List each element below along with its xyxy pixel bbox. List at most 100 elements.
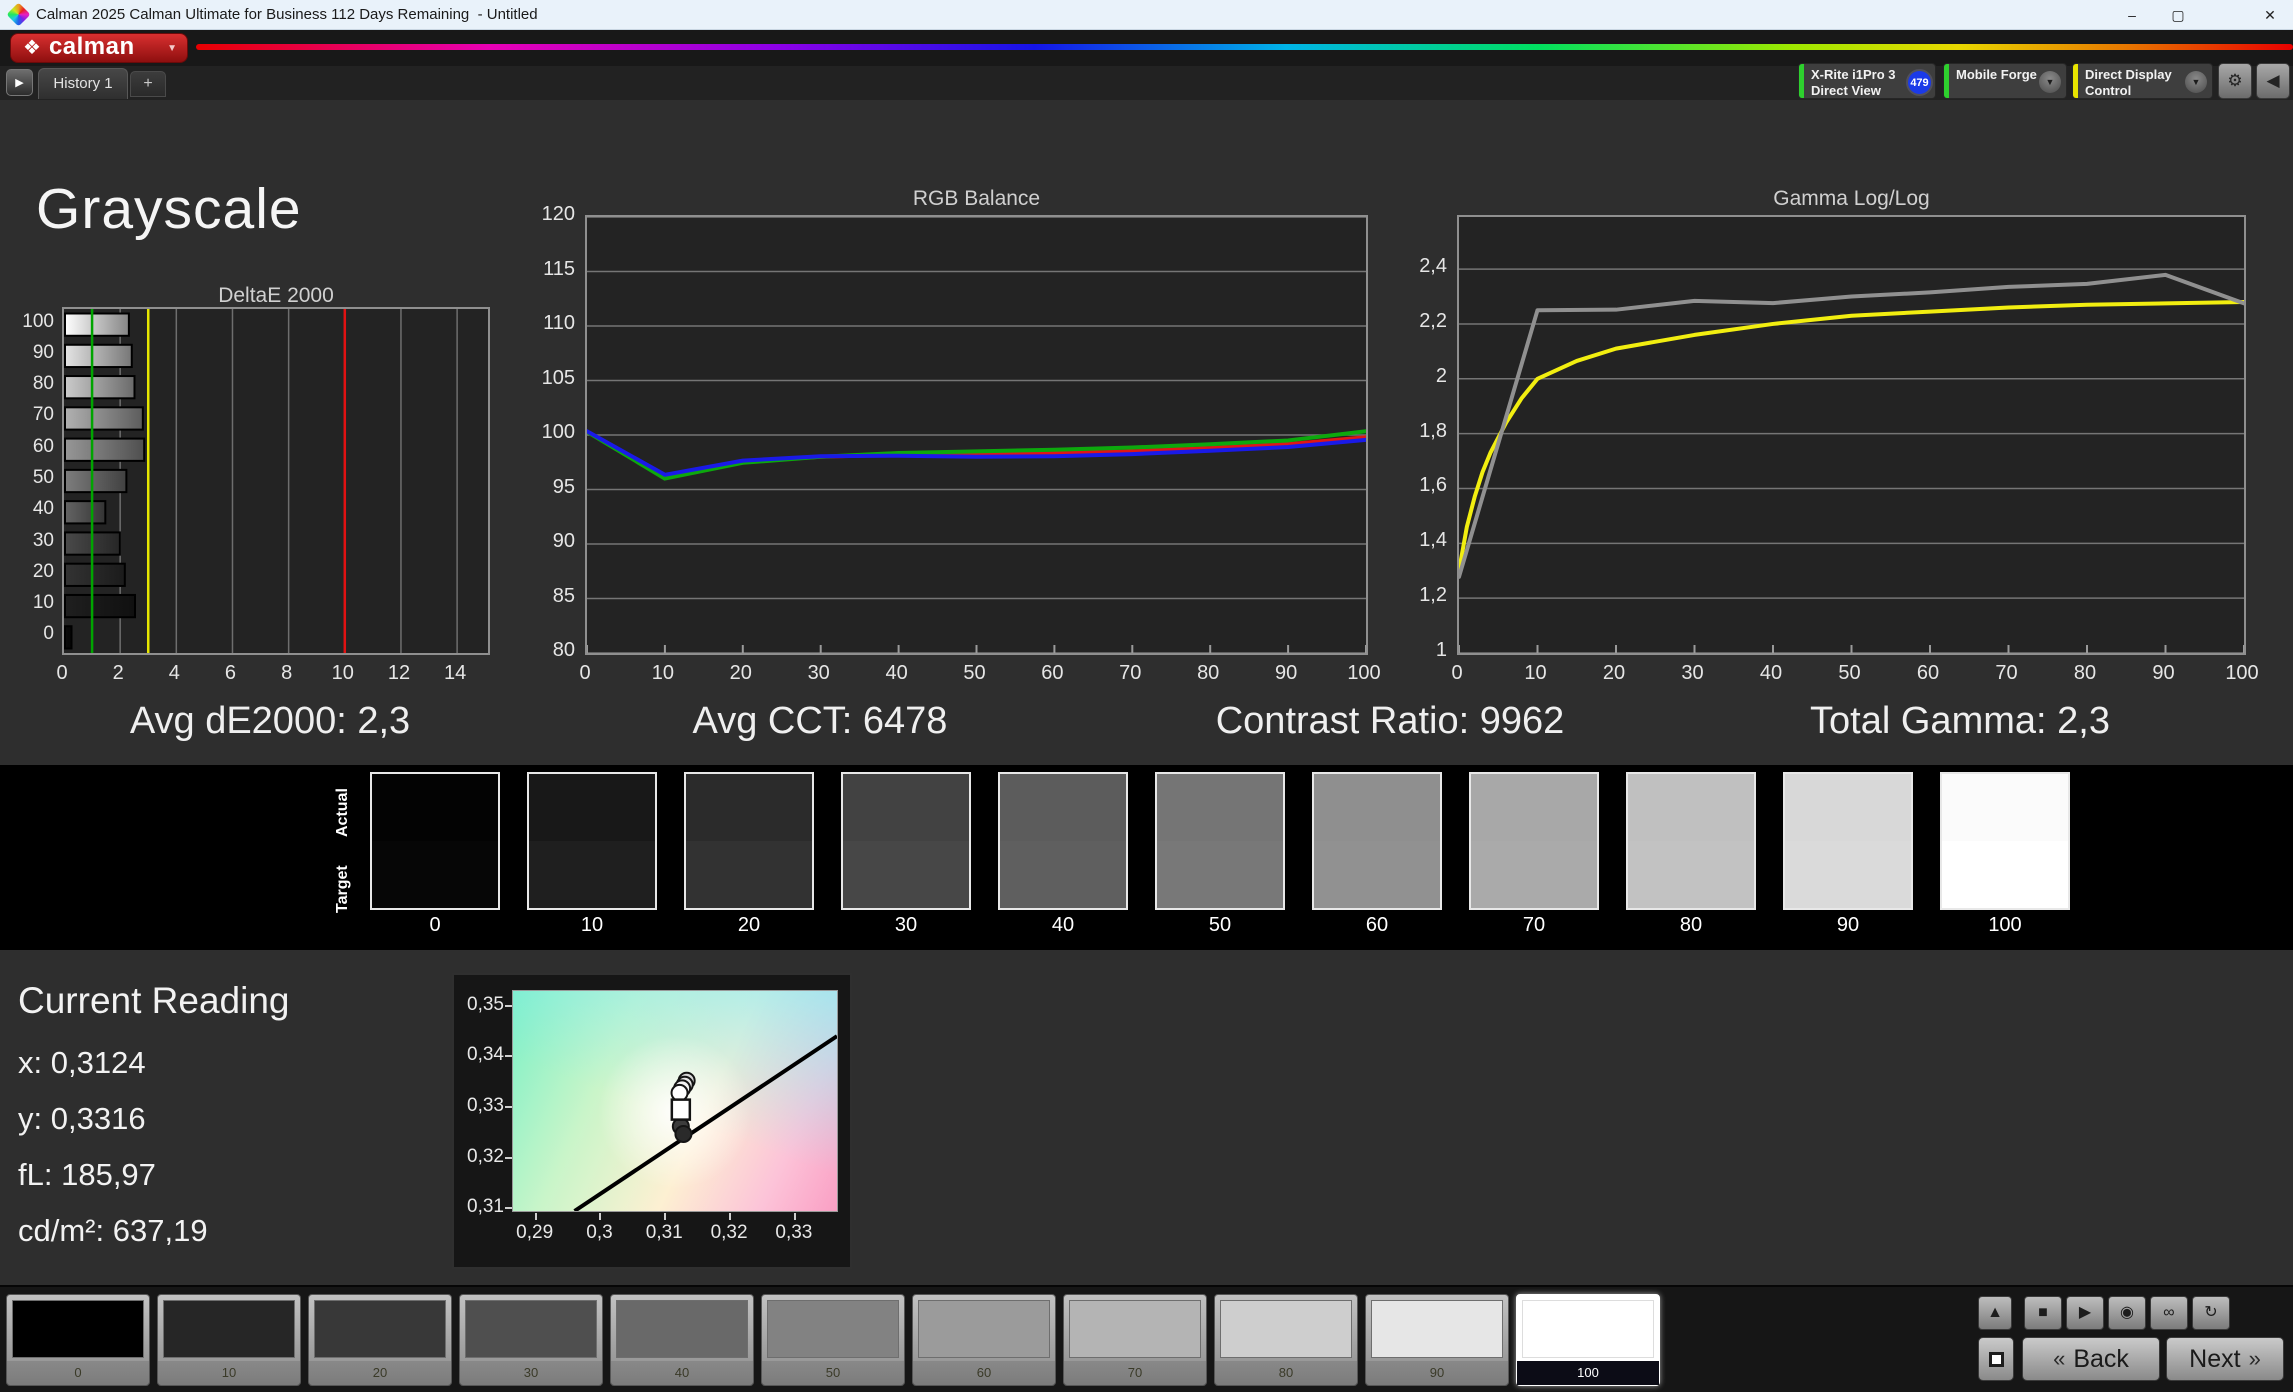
pattern-button-0[interactable]: 0	[6, 1294, 150, 1386]
pattern-button-60[interactable]: 60	[912, 1294, 1056, 1386]
reset-button[interactable]: ↻	[2192, 1296, 2230, 1330]
contrast-ratio-readout: Contrast Ratio: 9962	[1140, 700, 1640, 746]
swatch-level-label: 0	[370, 914, 500, 937]
gamma-x-tick-label: 80	[2063, 662, 2107, 685]
layout-nav-button[interactable]: ▶	[6, 69, 33, 96]
deltae-category-label: 40	[0, 498, 54, 520]
back-button[interactable]: « Back	[2022, 1337, 2160, 1381]
rgb_balance-x-tick-label: 70	[1108, 662, 1152, 685]
rgb_balance-x-tick-label: 0	[563, 662, 607, 685]
rgb_balance-x-tick-label: 40	[875, 662, 919, 685]
target-swatch	[529, 841, 655, 908]
gamma-y-tick-label: 1,6	[1379, 474, 1447, 497]
gamma-y-tick-label: 2	[1379, 365, 1447, 388]
cie-y-tick-label: 0,33	[458, 1095, 504, 1117]
pattern-swatch	[918, 1300, 1050, 1358]
pattern-button-70[interactable]: 70	[1063, 1294, 1207, 1386]
actual-swatch	[1785, 774, 1911, 841]
deltae-category-label: 60	[0, 436, 54, 458]
swatch-patch-90	[1783, 772, 1913, 910]
rgb_balance-y-tick-label: 115	[507, 258, 575, 281]
swatch-level-label: 40	[998, 914, 1128, 937]
deltae-category-label: 70	[0, 404, 54, 426]
deltae-category-label: 10	[0, 592, 54, 614]
tick-mark	[505, 1055, 512, 1057]
pattern-swatch	[616, 1300, 748, 1358]
tab-history-1[interactable]: History 1	[38, 68, 128, 99]
actual-swatch	[1314, 774, 1440, 841]
display-control-dropdown[interactable]: Direct Display Control ▼	[2072, 63, 2213, 99]
stop-measure-button[interactable]: ■	[2024, 1296, 2062, 1330]
next-button-label: Next	[2189, 1345, 2240, 1374]
meter-count-badge[interactable]: 479	[1906, 69, 1933, 96]
pattern-button-label: 90	[1366, 1361, 1508, 1385]
deltae-bar-90	[65, 345, 132, 367]
pattern-button-50[interactable]: 50	[761, 1294, 905, 1386]
calman-menu-button[interactable]: ❖ calman ▼	[10, 33, 188, 63]
play-icon: ▶	[15, 77, 23, 89]
close-button[interactable]: ✕	[2247, 0, 2293, 30]
cie-x-tick-label: 0,33	[768, 1222, 820, 1244]
calman-logo-text: calman	[49, 33, 135, 61]
gamma-y-tick-label: 2,4	[1379, 255, 1447, 278]
reading-y: y: 0,3316	[18, 1101, 146, 1137]
calman-logo-icon: ❖	[23, 38, 41, 58]
swatch-level-label: 90	[1783, 914, 1913, 937]
deltae-bar-50	[65, 470, 126, 492]
deltae-bar-60	[65, 439, 144, 461]
swatch-level-label: 80	[1626, 914, 1756, 937]
deltae-bar-80	[65, 376, 134, 398]
swatch-patch-30	[841, 772, 971, 910]
pattern-button-80[interactable]: 80	[1214, 1294, 1358, 1386]
target-swatch	[1628, 841, 1754, 908]
pattern-button-100[interactable]: 100	[1516, 1294, 1660, 1386]
measurement-point	[675, 1126, 691, 1142]
reset-icon: ↻	[2204, 1304, 2217, 1321]
deltae-category-label: 100	[0, 311, 54, 333]
continuous-measure-button[interactable]: ∞	[2150, 1296, 2188, 1330]
pattern-button-label: 50	[762, 1361, 904, 1385]
source-select-dropdown[interactable]: Mobile Forge ▼	[1943, 63, 2067, 99]
rainbow-divider	[196, 44, 2293, 50]
pattern-button-10[interactable]: 10	[157, 1294, 301, 1386]
rgb_balance-y-tick-label: 120	[507, 203, 575, 226]
measure-button[interactable]: ▶	[2066, 1296, 2104, 1330]
pattern-button-20[interactable]: 20	[308, 1294, 452, 1386]
deltae-category-label: 50	[0, 467, 54, 489]
pattern-bar: ▲ ■ ▶ ◉ ∞ ↻ « Back Next » 010 20 3040 50 607…	[0, 1285, 2293, 1392]
expand-tray-button[interactable]: ▲	[1978, 1296, 2012, 1330]
next-button[interactable]: Next »	[2166, 1337, 2284, 1381]
actual-swatch	[686, 774, 812, 841]
single-measure-button[interactable]: ◉	[2108, 1296, 2146, 1330]
gamma-chart	[1457, 215, 2246, 655]
deltae-x-tick-label: 8	[267, 662, 307, 685]
tick-mark	[505, 1106, 512, 1108]
tab-bar: ▶ History 1 + X-Rite i1Pro 3 Direct View…	[0, 66, 2293, 100]
deltae-x-tick-label: 4	[154, 662, 194, 685]
maximize-button[interactable]: ▢	[2155, 0, 2201, 30]
pattern-button-30[interactable]: 30	[459, 1294, 603, 1386]
settings-button[interactable]: ⚙	[2218, 63, 2252, 99]
play-icon: ▶	[2079, 1304, 2091, 1321]
gamma-series-measured	[1459, 275, 2244, 577]
add-tab-button[interactable]: +	[130, 71, 166, 97]
swatch-level-label: 30	[841, 914, 971, 937]
pattern-button-90[interactable]: 90	[1365, 1294, 1509, 1386]
meter-status-accent	[1799, 64, 1804, 98]
gamma-x-tick-label: 50	[1828, 662, 1872, 685]
tick-mark	[505, 1005, 512, 1007]
chevron-left-icon: ◀	[2266, 71, 2279, 90]
pattern-button-label: 20	[309, 1361, 451, 1385]
deltae-x-tick-label: 12	[379, 662, 419, 685]
pattern-button-40[interactable]: 40	[610, 1294, 754, 1386]
deltae-bar-40	[65, 501, 105, 523]
collapse-panel-button[interactable]: ◀	[2256, 63, 2290, 99]
reading-fl: fL: 185,97	[18, 1157, 156, 1193]
tick-mark	[794, 1213, 796, 1220]
minimize-button[interactable]: –	[2109, 0, 2155, 30]
page-title: Grayscale	[36, 176, 302, 242]
target-swatch	[1157, 841, 1283, 908]
actual-swatch	[1000, 774, 1126, 841]
pattern-window-button[interactable]	[1978, 1337, 2014, 1381]
rgb_balance-x-tick-label: 100	[1342, 662, 1386, 685]
